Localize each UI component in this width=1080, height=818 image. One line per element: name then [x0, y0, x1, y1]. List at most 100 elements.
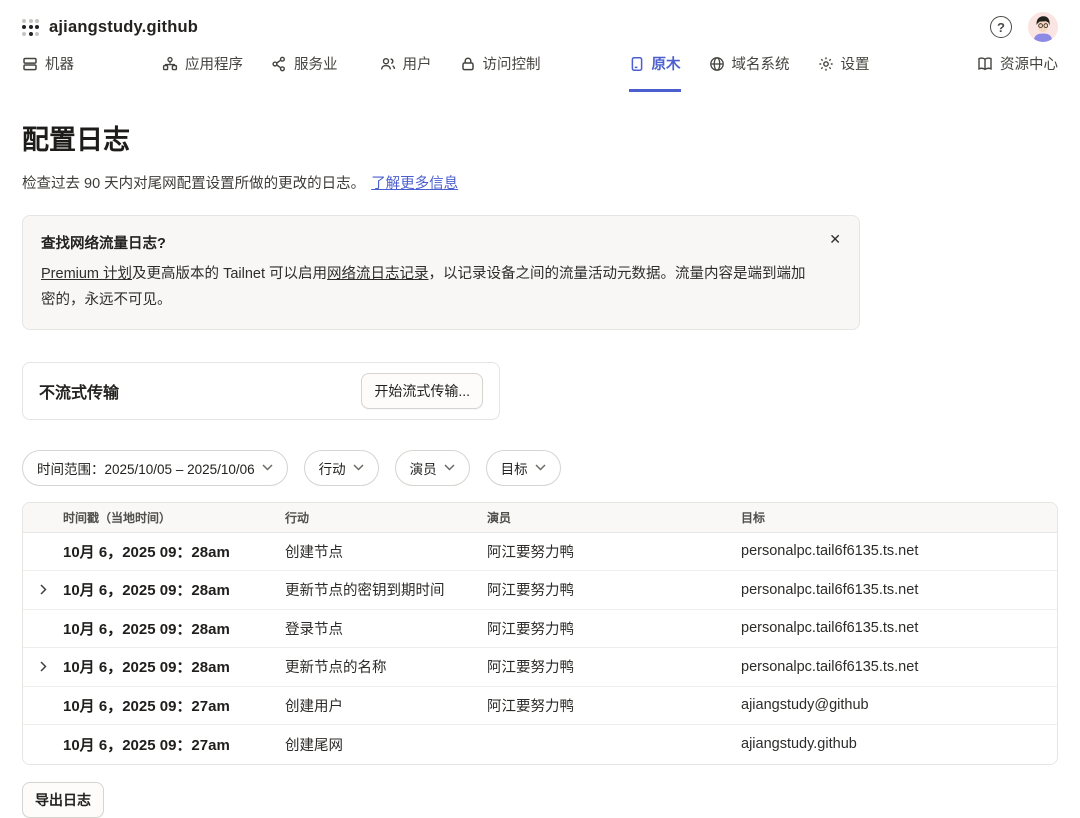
page-title: 配置日志: [22, 118, 1058, 157]
streaming-status: 不流式传输: [39, 379, 119, 403]
nav-item-access-controls[interactable]: 访问控制: [460, 46, 541, 92]
cell-timestamp: 10月 6，2025 09：27am: [63, 734, 285, 755]
row-expand-chevron[interactable]: [23, 584, 63, 595]
logs-icon: [629, 56, 645, 72]
chevron-down-icon: [535, 464, 546, 471]
nav-label: 用户: [403, 53, 432, 74]
nav-item-resource-center[interactable]: 资源中心: [977, 46, 1058, 92]
learn-more-link[interactable]: 了解更多信息: [371, 176, 458, 192]
org-name: ajiangstudy.github: [49, 18, 198, 37]
export-logs-button[interactable]: 导出日志: [22, 782, 104, 818]
cell-action: 创建节点: [285, 541, 487, 562]
dns-icon: [709, 56, 725, 72]
nav-label: 原木: [652, 53, 681, 74]
cell-timestamp: 10月 6，2025 09：28am: [63, 618, 285, 639]
cell-action: 创建用户: [285, 695, 487, 716]
target-filter[interactable]: 目标: [486, 450, 561, 486]
chevron-right-icon: [40, 584, 47, 595]
table-row: 10月 6，2025 09：28am 创建节点 阿江要努力鸭 personalp…: [23, 533, 1057, 572]
network-flow-logs-banner: 查找网络流量日志? Premium 计划及更高版本的 Tailnet 可以启用网…: [22, 215, 860, 330]
cell-timestamp: 10月 6，2025 09：28am: [63, 541, 285, 562]
machines-icon: [22, 56, 38, 72]
date-range-filter[interactable]: 时间范围：2025/10/05 – 2025/10/06: [22, 450, 288, 486]
nav-label: 服务业: [294, 53, 338, 74]
nav-item-logs[interactable]: 原木: [629, 46, 681, 92]
actor-filter[interactable]: 演员: [395, 450, 470, 486]
cell-target: personalpc.tail6f6135.ts.net: [741, 659, 1057, 675]
table-body: 10月 6，2025 09：28am 创建节点 阿江要努力鸭 personalp…: [23, 533, 1057, 764]
table-row: 10月 6，2025 09：28am 更新节点的密钥到期时间 阿江要努力鸭 pe…: [23, 571, 1057, 610]
topbar: ajiangstudy.github ?: [0, 0, 1080, 46]
chevron-down-icon: [444, 464, 455, 471]
settings-icon: [818, 56, 834, 72]
resource-center-icon: [977, 56, 993, 72]
row-expand-chevron[interactable]: [23, 661, 63, 672]
cell-target: personalpc.tail6f6135.ts.net: [741, 620, 1057, 636]
help-icon[interactable]: ?: [990, 16, 1012, 38]
nav-label: 资源中心: [1000, 53, 1058, 74]
actor-filter-label: 演员: [410, 458, 437, 478]
cell-timestamp: 10月 6，2025 09：28am: [63, 656, 285, 677]
nav-label: 应用程序: [185, 53, 243, 74]
cell-target: personalpc.tail6f6135.ts.net: [741, 582, 1057, 598]
table-row: 10月 6，2025 09：27am 创建用户 阿江要努力鸭 ajiangstu…: [23, 687, 1057, 726]
close-icon[interactable]: ✕: [826, 229, 844, 249]
date-range-value: 时间范围：2025/10/05 – 2025/10/06: [37, 458, 255, 478]
header-action: 行动: [285, 509, 487, 526]
cell-actor: 阿江要努力鸭: [487, 656, 741, 677]
nav-label: 机器: [45, 53, 74, 74]
audit-log-table: 时间戳（当地时间） 行动 演员 目标 10月 6，2025 09：28am 创建…: [22, 502, 1058, 765]
banner-title: 查找网络流量日志?: [41, 232, 815, 253]
cell-timestamp: 10月 6，2025 09：28am: [63, 579, 285, 600]
chevron-down-icon: [262, 464, 273, 471]
main-nav: 机器 应用程序 服务业 用户 访问控制 原木: [0, 46, 1080, 92]
main-content: 配置日志 检查过去 90 天内对尾网配置设置所做的更改的日志。了解更多信息 查找…: [0, 118, 1080, 818]
target-filter-label: 目标: [501, 458, 528, 478]
table-row: 10月 6，2025 09：28am 更新节点的名称 阿江要努力鸭 person…: [23, 648, 1057, 687]
banner-text-1: 及更高版本的 Tailnet 可以启用: [132, 266, 327, 282]
description-text: 检查过去 90 天内对尾网配置设置所做的更改的日志。: [22, 176, 365, 192]
streaming-card: 不流式传输 开始流式传输...: [22, 362, 500, 420]
access-controls-icon: [460, 56, 476, 72]
start-streaming-button[interactable]: 开始流式传输...: [361, 373, 483, 409]
users-icon: [380, 56, 396, 72]
cell-actor: 阿江要努力鸭: [487, 541, 741, 562]
cell-timestamp: 10月 6，2025 09：27am: [63, 695, 285, 716]
action-filter[interactable]: 行动: [304, 450, 379, 486]
cell-action: 登录节点: [285, 618, 487, 639]
cell-action: 更新节点的名称: [285, 656, 487, 677]
chevron-right-icon: [40, 661, 47, 672]
page-description: 检查过去 90 天内对尾网配置设置所做的更改的日志。了解更多信息: [22, 172, 1058, 193]
nav-item-services[interactable]: 服务业: [271, 46, 338, 92]
cell-actor: 阿江要努力鸭: [487, 618, 741, 639]
export-row: 导出日志: [22, 782, 1058, 818]
avatar-illustration: [1028, 12, 1058, 42]
premium-plan-link[interactable]: Premium 计划: [41, 266, 132, 282]
nav-item-users[interactable]: 用户: [380, 46, 432, 92]
nav-label: 访问控制: [483, 53, 541, 74]
action-filter-label: 行动: [319, 458, 346, 478]
header-actor: 演员: [487, 509, 741, 526]
nav-item-settings[interactable]: 设置: [818, 46, 870, 92]
cell-target: ajiangstudy@github: [741, 697, 1057, 713]
network-flow-logging-link[interactable]: 网络流日志记录: [327, 266, 429, 282]
nav-item-dns[interactable]: 域名系统: [709, 46, 790, 92]
table-header-row: 时间戳（当地时间） 行动 演员 目标: [23, 503, 1057, 533]
services-icon: [271, 56, 287, 72]
header-target: 目标: [741, 509, 1057, 526]
cell-actor: 阿江要努力鸭: [487, 695, 741, 716]
cell-target: ajiangstudy.github: [741, 736, 1057, 752]
cell-actor: 阿江要努力鸭: [487, 579, 741, 600]
filter-bar: 时间范围：2025/10/05 – 2025/10/06 行动 演员 目标: [22, 450, 1058, 486]
nav-item-apps[interactable]: 应用程序: [162, 46, 243, 92]
header-timestamp: 时间戳（当地时间）: [63, 509, 285, 526]
help-glyph: ?: [997, 20, 1005, 35]
cell-target: personalpc.tail6f6135.ts.net: [741, 543, 1057, 559]
nav-item-machines[interactable]: 机器: [22, 46, 74, 92]
nav-label: 域名系统: [732, 53, 790, 74]
apps-icon: [162, 56, 178, 72]
chevron-down-icon: [353, 464, 364, 471]
avatar[interactable]: [1028, 12, 1058, 42]
banner-body: Premium 计划及更高版本的 Tailnet 可以启用网络流日志记录，以记录…: [41, 261, 811, 313]
tailscale-logo-icon: [22, 19, 39, 36]
